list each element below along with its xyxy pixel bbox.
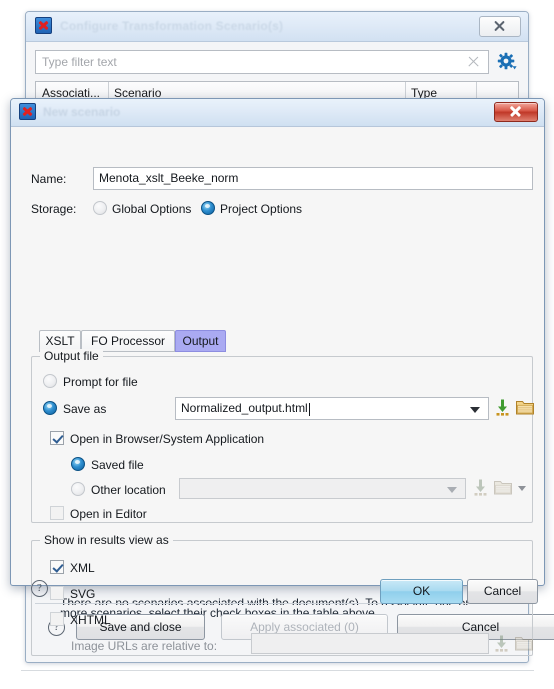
results-svg-label: SVG	[70, 587, 96, 601]
save-as-value: Normalized_output.html	[181, 401, 308, 415]
dialog-help-icon[interactable]: ?	[31, 580, 48, 597]
insert-variable-icon[interactable]	[495, 399, 510, 419]
saved-file-radio[interactable]	[71, 457, 85, 471]
name-label: Name:	[31, 172, 67, 186]
chevron-down-icon	[447, 487, 457, 493]
filter-input[interactable]	[35, 50, 489, 74]
results-xhtml-checkbox[interactable]	[50, 612, 64, 626]
new-scenario-dialog: New scenario Name: Menota_xslt_Beeke_nor…	[10, 98, 545, 671]
other-location-radio[interactable]	[71, 482, 85, 496]
storage-project-options-label: Project Options	[220, 202, 303, 216]
storage-label: Storage:	[31, 202, 77, 216]
results-xml-label: XML	[70, 561, 95, 575]
storage-global-options-radio[interactable]	[93, 201, 107, 215]
screen: Configure Transformation Scenario(s) Typ…	[0, 0, 554, 689]
prompt-for-file-label: Prompt for file	[63, 375, 138, 389]
storage-global-options-label: Global Options	[112, 202, 192, 216]
save-as-combo[interactable]: Normalized_output.html	[175, 397, 489, 420]
save-as-label: Save as	[63, 402, 107, 416]
scenario-name-input[interactable]: Menota_xslt_Beeke_norm	[93, 167, 533, 190]
storage-project-options-radio[interactable]	[201, 201, 215, 215]
image-urls-label: Image URLs are relative to:	[71, 639, 218, 653]
chevron-down-icon	[518, 486, 526, 491]
close-icon	[493, 20, 506, 33]
output-file-group-title: Output file	[40, 349, 103, 363]
results-svg-checkbox[interactable]	[50, 586, 64, 600]
dialog-titlebar: New scenario	[11, 99, 544, 127]
background-window-title: Configure Transformation Scenario(s)	[60, 19, 284, 33]
oxygen-xml-icon	[35, 17, 52, 34]
background-window-close-button[interactable]	[479, 16, 521, 37]
background-window-body: Associati... Scenario Type	[26, 42, 528, 105]
prompt-for-file-radio[interactable]	[43, 374, 57, 388]
open-in-browser-label: Open in Browser/System Application	[70, 432, 265, 446]
clear-icon[interactable]	[467, 55, 480, 68]
dialog-cancel-button[interactable]: Cancel	[467, 579, 538, 604]
dialog-close-button[interactable]	[494, 102, 538, 122]
gear-icon[interactable]	[497, 52, 517, 72]
dialog-footer-divider	[21, 670, 534, 671]
dialog-body: Name: Menota_xslt_Beeke_norm Storage: Gl…	[11, 127, 544, 671]
save-as-radio[interactable]	[43, 401, 57, 415]
results-xhtml-label: XHTML	[70, 613, 111, 627]
saved-file-label: Saved file	[91, 458, 144, 472]
background-window-titlebar: Configure Transformation Scenario(s)	[26, 12, 528, 42]
insert-variable-icon	[494, 635, 509, 655]
insert-variable-icon	[473, 479, 488, 499]
image-urls-input	[251, 633, 489, 654]
open-in-editor-checkbox[interactable]	[50, 506, 64, 520]
scenario-name-value: Menota_xslt_Beeke_norm	[99, 171, 239, 185]
open-in-browser-checkbox[interactable]	[50, 431, 64, 445]
oxygen-xml-icon	[19, 103, 36, 120]
results-xml-checkbox[interactable]	[50, 560, 64, 574]
folder-icon	[515, 635, 533, 654]
text-caret	[308, 403, 310, 416]
results-view-group-title: Show in results view as	[40, 533, 173, 547]
other-location-combo	[179, 478, 466, 499]
tab-output[interactable]: Output	[175, 330, 226, 352]
dialog-title: New scenario	[43, 105, 121, 119]
folder-icon	[494, 479, 512, 498]
chevron-down-icon[interactable]	[470, 407, 480, 413]
other-location-label: Other location	[91, 483, 166, 497]
ok-button[interactable]: OK	[380, 579, 463, 604]
filter-row	[35, 50, 519, 76]
folder-icon[interactable]	[516, 399, 534, 418]
close-icon	[509, 105, 522, 118]
open-in-editor-label: Open in Editor	[70, 507, 147, 521]
